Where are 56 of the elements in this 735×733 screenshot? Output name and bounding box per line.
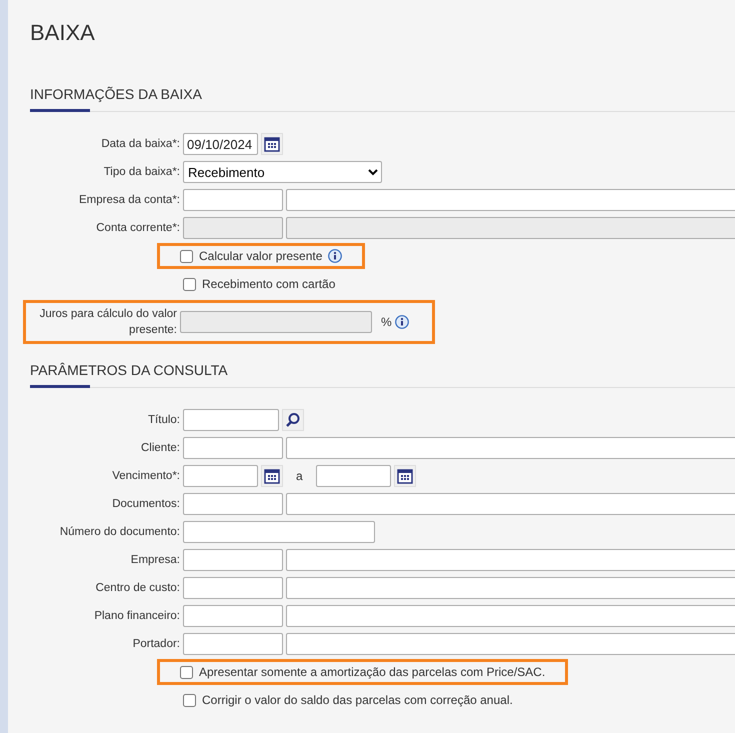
description-field[interactable] — [286, 605, 735, 627]
code-field[interactable] — [183, 493, 283, 515]
field-label: Data da baixa*: — [100, 137, 181, 152]
code-field[interactable] — [183, 633, 283, 655]
code-field[interactable] — [183, 577, 283, 599]
description-field[interactable] — [286, 493, 735, 515]
checkbox-label: Corrigir o valor do saldo das parcelas com correção anual. — [202, 693, 513, 707]
field-label: Título: — [147, 413, 181, 428]
section-title: PARÂMETROS DA CONSULTA — [30, 362, 229, 380]
checkbox[interactable] — [183, 694, 196, 706]
code-field[interactable] — [183, 605, 283, 627]
section-title: INFORMAÇÕES DA BAIXA — [30, 86, 203, 104]
description-field[interactable] — [286, 189, 735, 211]
type-dropdown[interactable]: Recebimento — [183, 161, 382, 183]
range-separator: a — [295, 469, 304, 483]
field-label: Conta corrente*: — [95, 221, 181, 236]
calendar-icon — [264, 468, 280, 484]
checkbox[interactable] — [183, 278, 196, 290]
calendar-button[interactable] — [261, 133, 283, 155]
checkbox[interactable] — [180, 666, 193, 678]
info-icon[interactable] — [328, 249, 342, 263]
field-label: Empresa: — [130, 553, 181, 568]
field-label: Centro de custo: — [94, 581, 181, 596]
field-label: Tipo da baixa*: — [102, 165, 181, 180]
calendar-button[interactable] — [394, 465, 416, 487]
code-field[interactable] — [183, 549, 283, 571]
field-label: Número do documento: — [58, 525, 181, 540]
field-label: Vencimento*: — [111, 469, 181, 484]
checkbox[interactable] — [180, 250, 193, 262]
date-field[interactable]: 09/10/2024 — [183, 133, 258, 155]
field-label: Documentos: — [111, 497, 181, 512]
description-field[interactable] — [286, 549, 735, 571]
field-label: Empresa da conta*: — [78, 193, 181, 208]
code-field[interactable] — [183, 189, 283, 211]
percent-unit: % — [380, 315, 392, 329]
checkbox-label: Recebimento com cartão — [202, 277, 336, 291]
date-field[interactable] — [316, 465, 391, 487]
calendar-button[interactable] — [261, 465, 283, 487]
code-field[interactable] — [183, 437, 283, 459]
page-title: BAIXA — [30, 20, 96, 46]
field-label: Juros para cálculo do valor presente: — [38, 307, 178, 338]
input-field[interactable] — [183, 409, 279, 431]
description-field[interactable] — [286, 577, 735, 599]
date-field[interactable] — [183, 465, 258, 487]
field-label: Plano financeiro: — [93, 609, 181, 624]
search-icon — [285, 412, 301, 428]
search-button[interactable] — [282, 409, 304, 431]
description-field[interactable] — [286, 437, 735, 459]
input-field[interactable] — [183, 521, 375, 543]
field-label: Portador: — [132, 637, 181, 652]
description-field[interactable] — [286, 633, 735, 655]
calendar-icon — [396, 468, 413, 484]
calendar-icon — [264, 136, 280, 152]
checkbox-label: Calcular valor presente — [199, 249, 322, 263]
field-label: Cliente: — [140, 441, 181, 456]
checkbox-label: Apresentar somente a amortização das parcelas com Price/SAC. — [199, 665, 546, 679]
